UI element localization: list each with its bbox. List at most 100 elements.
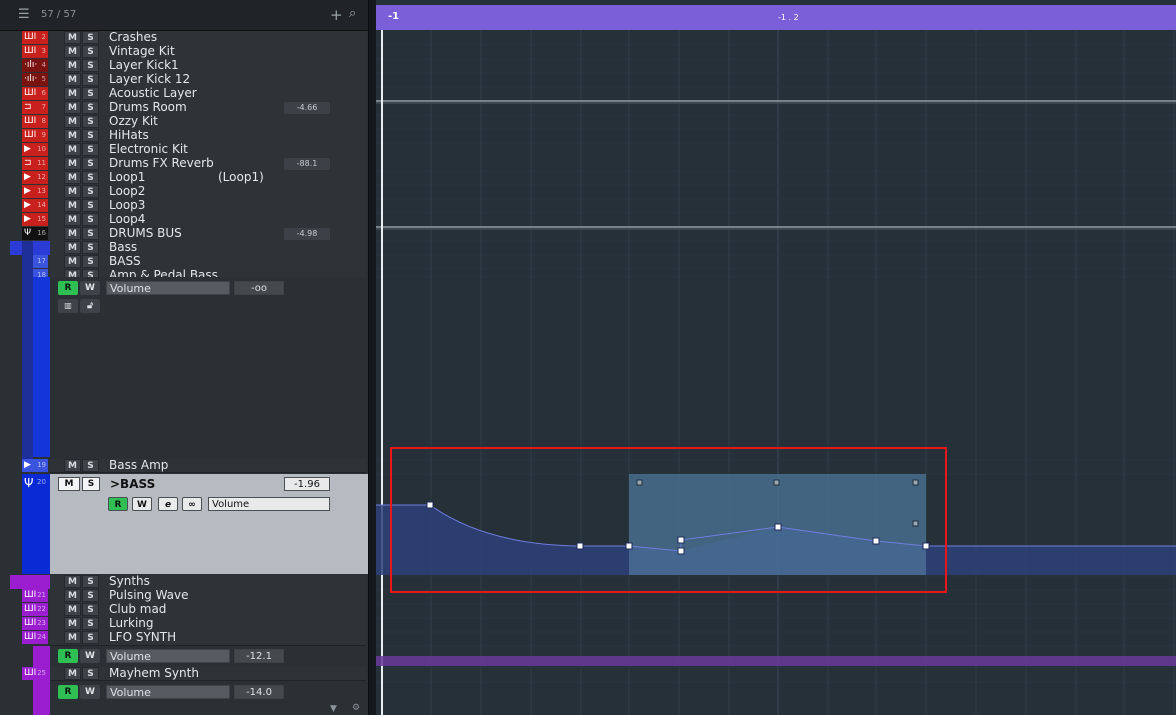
mute-button[interactable]: M [64, 171, 81, 184]
solo-button[interactable]: S [82, 589, 99, 602]
track-type-icon[interactable]: ⊐ 11 [22, 157, 48, 170]
track-type-icon[interactable]: ШI 22 [22, 603, 48, 616]
solo-button[interactable]: S [82, 213, 99, 226]
solo-button[interactable]: S [82, 631, 99, 644]
track-type-icon[interactable]: ШI 8 [22, 115, 48, 128]
mute-button[interactable]: M [64, 667, 81, 680]
chevron-down-icon[interactable]: ▼ [330, 704, 337, 714]
track-type-icon[interactable]: ШI 23 [22, 617, 48, 630]
track-name[interactable]: Ozzy Kit [109, 114, 158, 128]
track-name[interactable]: Vintage Kit [109, 44, 175, 58]
mute-button[interactable]: M [64, 157, 81, 170]
lock-icon[interactable]: 🔓︎ [80, 299, 100, 313]
track-name[interactable]: Layer Kick 12 [109, 72, 190, 86]
automation-value[interactable]: -oo [234, 281, 284, 295]
track-name[interactable]: Loop3 [109, 198, 145, 212]
write-automation-button[interactable]: W [80, 281, 100, 295]
mute-button[interactable]: M [64, 617, 81, 630]
mute-button[interactable]: M [64, 241, 81, 254]
edit-instrument-button[interactable]: e [158, 497, 178, 511]
track-row[interactable]: ▭MSSynths [0, 574, 368, 590]
mute-button[interactable]: M [64, 129, 81, 142]
track-row[interactable]: ⊐ 7 M S Drums Room -4.66 [0, 100, 368, 116]
track-row[interactable]: ШI 23 M S Lurking [0, 616, 368, 632]
track-type-icon[interactable]: ▶ 14 [22, 199, 48, 212]
show-lanes-icon[interactable]: ▥ [58, 299, 78, 313]
track-name[interactable]: Electronic Kit [109, 142, 188, 156]
track-name[interactable]: Bass Amp [109, 458, 168, 472]
track-name[interactable]: Lurking [109, 616, 154, 630]
track-row[interactable]: ▶ 14 M S Loop3 [0, 198, 368, 214]
solo-button[interactable]: S [82, 617, 99, 630]
solo-button[interactable]: S [82, 31, 99, 44]
solo-button[interactable]: S [82, 87, 99, 100]
track-row-bass-amp[interactable]: ▶ 19 M S Bass Amp [0, 458, 368, 473]
track-row[interactable]: ШI 24 M S LFO SYNTH [0, 630, 368, 646]
track-name[interactable]: Acoustic Layer [109, 86, 197, 100]
track-name[interactable]: Bass [109, 240, 137, 254]
track-type-icon[interactable]: ▶ 12 [22, 171, 48, 184]
solo-button[interactable]: S [82, 603, 99, 616]
mute-button[interactable]: M [64, 45, 81, 58]
solo-button[interactable]: S [82, 199, 99, 212]
track-row[interactable]: ШI 3 M S Vintage Kit [0, 44, 368, 60]
track-name[interactable]: LFO SYNTH [109, 630, 176, 644]
mute-button[interactable]: M [64, 199, 81, 212]
panel-divider[interactable] [368, 0, 376, 715]
read-automation-button[interactable]: R [58, 281, 78, 295]
read-automation-button[interactable]: R [58, 649, 78, 663]
solo-button[interactable]: S [82, 477, 100, 491]
track-row[interactable]: Ψ 16 M S DRUMS BUS -4.98 [0, 226, 368, 242]
track-row[interactable]: ·ılı· 4 M S Layer Kick1 [0, 58, 368, 74]
track-row[interactable]: ·ılı· 5 M S Layer Kick 12 [0, 72, 368, 88]
track-volume-value[interactable]: -4.66 [284, 102, 330, 114]
track-name[interactable]: HiHats [109, 128, 149, 142]
track-type-icon[interactable]: ·ılı· 5 [22, 73, 48, 86]
automation-parameter-select[interactable]: Volume [208, 497, 330, 511]
mute-button[interactable]: M [64, 589, 81, 602]
write-automation-button[interactable]: W [80, 685, 100, 699]
track-name[interactable]: Loop2 [109, 184, 145, 198]
track-row[interactable]: ⊐ 11 M S Drums FX Reverb -88.1 [0, 156, 368, 172]
track-row[interactable]: ШI 21 M S Pulsing Wave [0, 588, 368, 604]
track-type-icon[interactable]: ШI 21 [22, 589, 48, 602]
solo-button[interactable]: S [82, 129, 99, 142]
track-type-icon[interactable]: ШI 2 [22, 31, 48, 44]
mute-button[interactable]: M [64, 185, 81, 198]
automation-parameter-select[interactable]: Volume [106, 649, 230, 663]
solo-button[interactable]: S [82, 171, 99, 184]
track-type-icon[interactable]: ▶ 13 [22, 185, 48, 198]
solo-button[interactable]: S [82, 143, 99, 156]
track-name[interactable]: Drums FX Reverb [109, 156, 214, 170]
track-name[interactable]: Club mad [109, 602, 166, 616]
track-type-icon[interactable]: ШI 6 [22, 87, 48, 100]
mute-button[interactable]: M [64, 115, 81, 128]
link-button[interactable]: ∞ [182, 497, 202, 511]
track-name[interactable]: DRUMS BUS [109, 226, 182, 240]
solo-button[interactable]: S [82, 101, 99, 114]
mute-button[interactable]: M [64, 459, 81, 472]
automation-parameter-select[interactable]: Volume [106, 685, 230, 699]
solo-button[interactable]: S [82, 459, 99, 472]
track-name[interactable]: Synths [109, 574, 150, 588]
read-automation-button[interactable]: R [58, 685, 78, 699]
solo-button[interactable]: S [82, 157, 99, 170]
audio-track-icon[interactable]: ▶ 19 [22, 459, 48, 472]
mute-button[interactable]: M [64, 255, 81, 268]
mute-button[interactable]: M [64, 87, 81, 100]
track-name[interactable]: Loop4 [109, 212, 145, 226]
mute-button[interactable]: M [64, 575, 81, 588]
solo-button[interactable]: S [82, 59, 99, 72]
mute-button[interactable]: M [64, 143, 81, 156]
event-display[interactable]: -1 -1 . 2 [376, 0, 1176, 715]
track-type-icon[interactable]: ▶ 10 [22, 143, 48, 156]
mute-button[interactable]: M [64, 603, 81, 616]
track-volume-value[interactable]: -88.1 [284, 158, 330, 170]
track-row[interactable]: ▶ 13 M S Loop2 [0, 184, 368, 200]
track-type-icon[interactable]: ·ılı· 4 [22, 59, 48, 72]
track-type-icon[interactable]: ШI 3 [22, 45, 48, 58]
mute-button[interactable]: M [64, 73, 81, 86]
gear-icon[interactable]: ⚙ [352, 703, 360, 713]
track-name[interactable]: Pulsing Wave [109, 588, 189, 602]
track-name[interactable]: >BASS [110, 477, 155, 491]
